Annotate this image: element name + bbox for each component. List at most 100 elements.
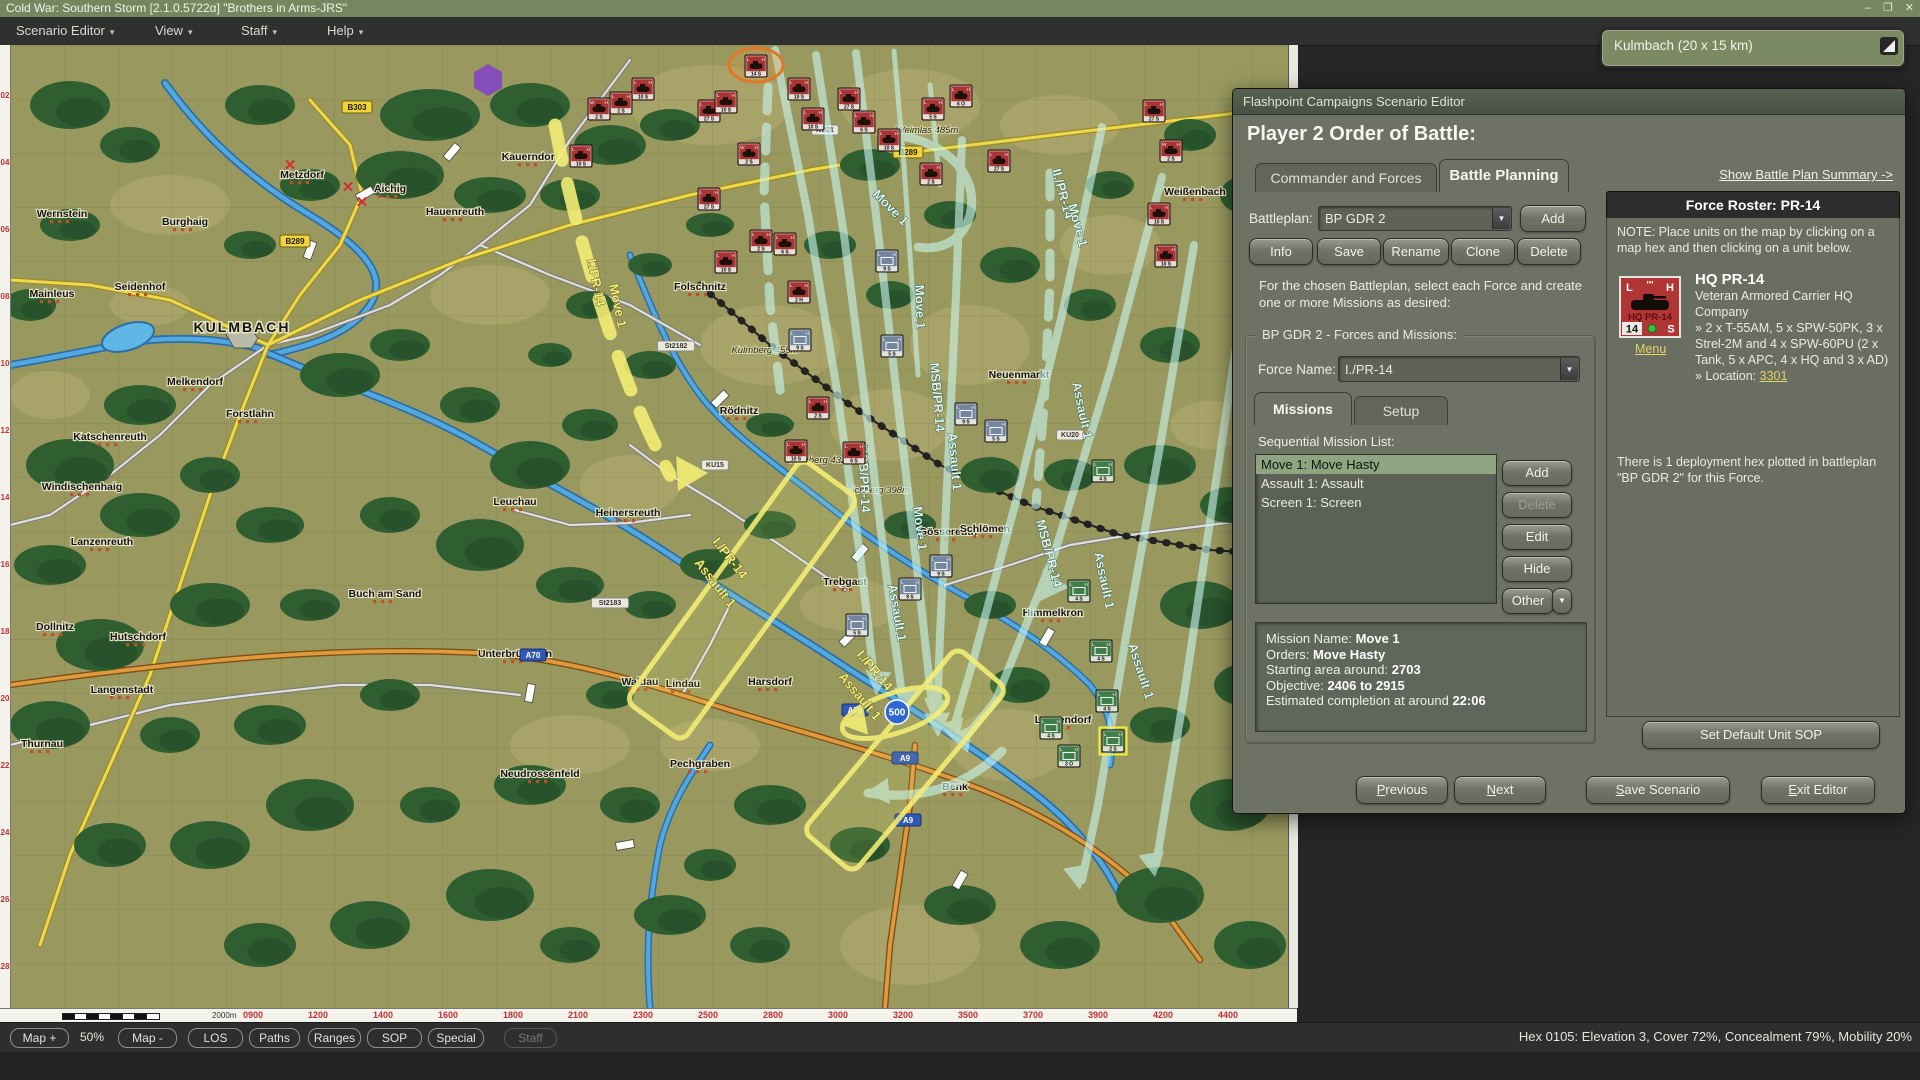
menu-help[interactable]: Help▾ <box>327 17 363 45</box>
restore-icon[interactable]: ❐ <box>1883 2 1893 14</box>
mission-list-item[interactable]: Assault 1: Assault <box>1256 474 1496 493</box>
unit-counter[interactable]: LH6 S <box>843 442 865 465</box>
chevron-down-icon[interactable]: ▼ <box>1560 358 1578 380</box>
unit-counter[interactable]: LH9 S <box>876 250 898 273</box>
unit-counter[interactable]: LH5 S <box>846 614 868 637</box>
menu-view[interactable]: View▾ <box>155 17 192 45</box>
unit-counter[interactable]: LH10 S <box>1155 245 1177 268</box>
unit-counter-icon[interactable]: L ''' H HQ PR-14 14 S <box>1619 276 1681 338</box>
unit-counter[interactable]: LH9 S <box>930 555 952 578</box>
unit-counter[interactable]: LH14 S <box>745 55 767 78</box>
unit-counter[interactable]: LH10 S <box>878 129 900 152</box>
unit-counter[interactable]: LH2 S <box>807 397 829 420</box>
unit-counter[interactable]: LH2 S <box>610 92 632 115</box>
unit-counter[interactable]: LH4 S <box>1040 717 1062 740</box>
unit-counter[interactable]: LH2 S <box>1100 728 1127 755</box>
hide-mission-button[interactable]: Hide <box>1502 556 1572 582</box>
ruler-label: 2300 <box>628 1010 658 1020</box>
battleplan-select[interactable]: BP GDR 2 ▼ <box>1318 206 1512 231</box>
unit-counter[interactable]: LH2 S <box>920 163 942 186</box>
resize-icon[interactable] <box>1880 37 1898 55</box>
unit-counter[interactable]: LH10 S <box>570 145 592 168</box>
other-mission-button[interactable]: Other <box>1502 588 1554 614</box>
unit-counter[interactable]: WH2 S <box>588 98 610 121</box>
unit-counter[interactable]: LH27 S <box>988 150 1010 173</box>
mission-list-item[interactable]: Screen 1: Screen <box>1256 493 1496 512</box>
svg-text:H: H <box>855 90 859 96</box>
unit-counter[interactable]: LH10 S <box>632 78 654 101</box>
unit-counter[interactable]: LH10 S <box>715 251 737 274</box>
clone-button[interactable]: Clone <box>1451 238 1515 265</box>
tab-missions[interactable]: Missions <box>1254 392 1352 425</box>
previous-button[interactable]: Previous <box>1356 776 1448 804</box>
save-button[interactable]: Save <box>1317 238 1381 265</box>
special-button[interactable]: Special <box>428 1028 484 1048</box>
los-button[interactable]: LOS <box>188 1028 243 1048</box>
unit-counter[interactable]: LH9 S <box>899 578 921 601</box>
svg-text:6 S: 6 S <box>850 459 858 465</box>
force-name-select[interactable]: I./PR-14 ▼ <box>1338 356 1580 382</box>
unit-menu-link[interactable]: Menu <box>1635 342 1666 356</box>
unit-counter[interactable]: LH10 S <box>715 91 737 114</box>
exit-editor-button[interactable]: Exit Editor <box>1761 776 1875 804</box>
show-battle-plan-summary-link[interactable]: Show Battle Plan Summary -> <box>1719 167 1893 182</box>
unit-counter[interactable]: LH6 S <box>774 233 796 256</box>
minimize-icon[interactable]: – <box>1865 2 1871 14</box>
unit-location-link[interactable]: 3301 <box>1760 369 1788 383</box>
other-dropdown-icon[interactable]: ▼ <box>1552 588 1572 614</box>
unit-counter[interactable]: LH27 S <box>1143 100 1165 123</box>
save-scenario-button[interactable]: Save Scenario <box>1586 776 1730 804</box>
unit-counter[interactable]: LH2 S <box>750 230 772 253</box>
unit-counter[interactable]: LH6 O <box>950 85 972 108</box>
unit-counter[interactable]: LH4 S <box>1096 690 1118 713</box>
tab-setup[interactable]: Setup <box>1354 396 1448 425</box>
map-zoom-out-button[interactable]: Map - <box>118 1028 177 1048</box>
ruler-label: 18 <box>0 627 10 636</box>
svg-text:10 S: 10 S <box>576 162 587 168</box>
unit-counter[interactable]: LH4 S <box>1090 640 1112 663</box>
unit-counter[interactable]: LH9 S <box>789 329 811 352</box>
unit-counter[interactable]: LH4 S <box>1068 580 1090 603</box>
unit-counter[interactable]: LH10 S <box>788 78 810 101</box>
next-button[interactable]: Next <box>1454 776 1546 804</box>
unit-counter[interactable]: LH27 S <box>698 188 720 211</box>
unit-counter[interactable]: WH2 S <box>1160 140 1182 163</box>
unit-counter[interactable]: LH6 S <box>853 111 875 134</box>
ranges-button[interactable]: Ranges <box>308 1028 361 1048</box>
svg-text:L: L <box>1104 732 1107 738</box>
add-battleplan-button[interactable]: Add <box>1520 205 1586 232</box>
set-default-unit-sop-button[interactable]: Set Default Unit SOP <box>1642 721 1880 749</box>
unit-counter[interactable]: WH2 S <box>738 143 760 166</box>
sop-button[interactable]: SOP <box>367 1028 422 1048</box>
town-label: Heinersreuth <box>596 507 661 519</box>
chevron-down-icon[interactable]: ▼ <box>1492 208 1510 229</box>
info-button[interactable]: Info <box>1249 238 1313 265</box>
unit-counter[interactable]: LH5 S <box>922 98 944 121</box>
unit-counter[interactable]: LH27 S <box>838 88 860 111</box>
add-mission-button[interactable]: Add <box>1502 460 1572 486</box>
svg-text:H: H <box>967 87 971 93</box>
unit-counter[interactable]: LH5 S <box>881 335 903 358</box>
tab-battle-planning[interactable]: Battle Planning <box>1439 159 1569 192</box>
close-icon[interactable]: ✕ <box>1905 2 1914 14</box>
unit-counter[interactable]: LH2 H <box>788 281 810 304</box>
tab-commander-and-forces[interactable]: Commander and Forces <box>1255 163 1437 192</box>
svg-text:2 S: 2 S <box>617 109 625 115</box>
map-zoom-in-button[interactable]: Map + <box>10 1028 69 1048</box>
mission-list-item[interactable]: Move 1: Move Hasty <box>1256 455 1496 474</box>
unit-counter[interactable]: LH3 O <box>1058 745 1080 768</box>
delete-button[interactable]: Delete <box>1517 238 1581 265</box>
menu-staff[interactable]: Staff▾ <box>241 17 277 45</box>
menu-scenario-editor[interactable]: Scenario Editor▾ <box>16 17 114 45</box>
scenario-map[interactable]: MetzdorfWernsteinBurghaigAichigHauenreut… <box>10 45 1288 1008</box>
unit-counter[interactable]: LH10 S <box>1148 203 1170 226</box>
unit-counter[interactable]: LH10 S <box>785 440 807 463</box>
unit-counter[interactable]: LH5 S <box>985 420 1007 443</box>
unit-counter[interactable]: LH4 S <box>1092 460 1114 483</box>
unit-counter[interactable]: LH9 S <box>955 403 977 426</box>
edit-mission-button[interactable]: Edit <box>1502 524 1572 550</box>
rename-button[interactable]: Rename <box>1383 238 1449 265</box>
unit-counter[interactable]: LH10 S <box>802 108 824 131</box>
svg-text:H: H <box>715 190 719 196</box>
paths-button[interactable]: Paths <box>249 1028 300 1048</box>
